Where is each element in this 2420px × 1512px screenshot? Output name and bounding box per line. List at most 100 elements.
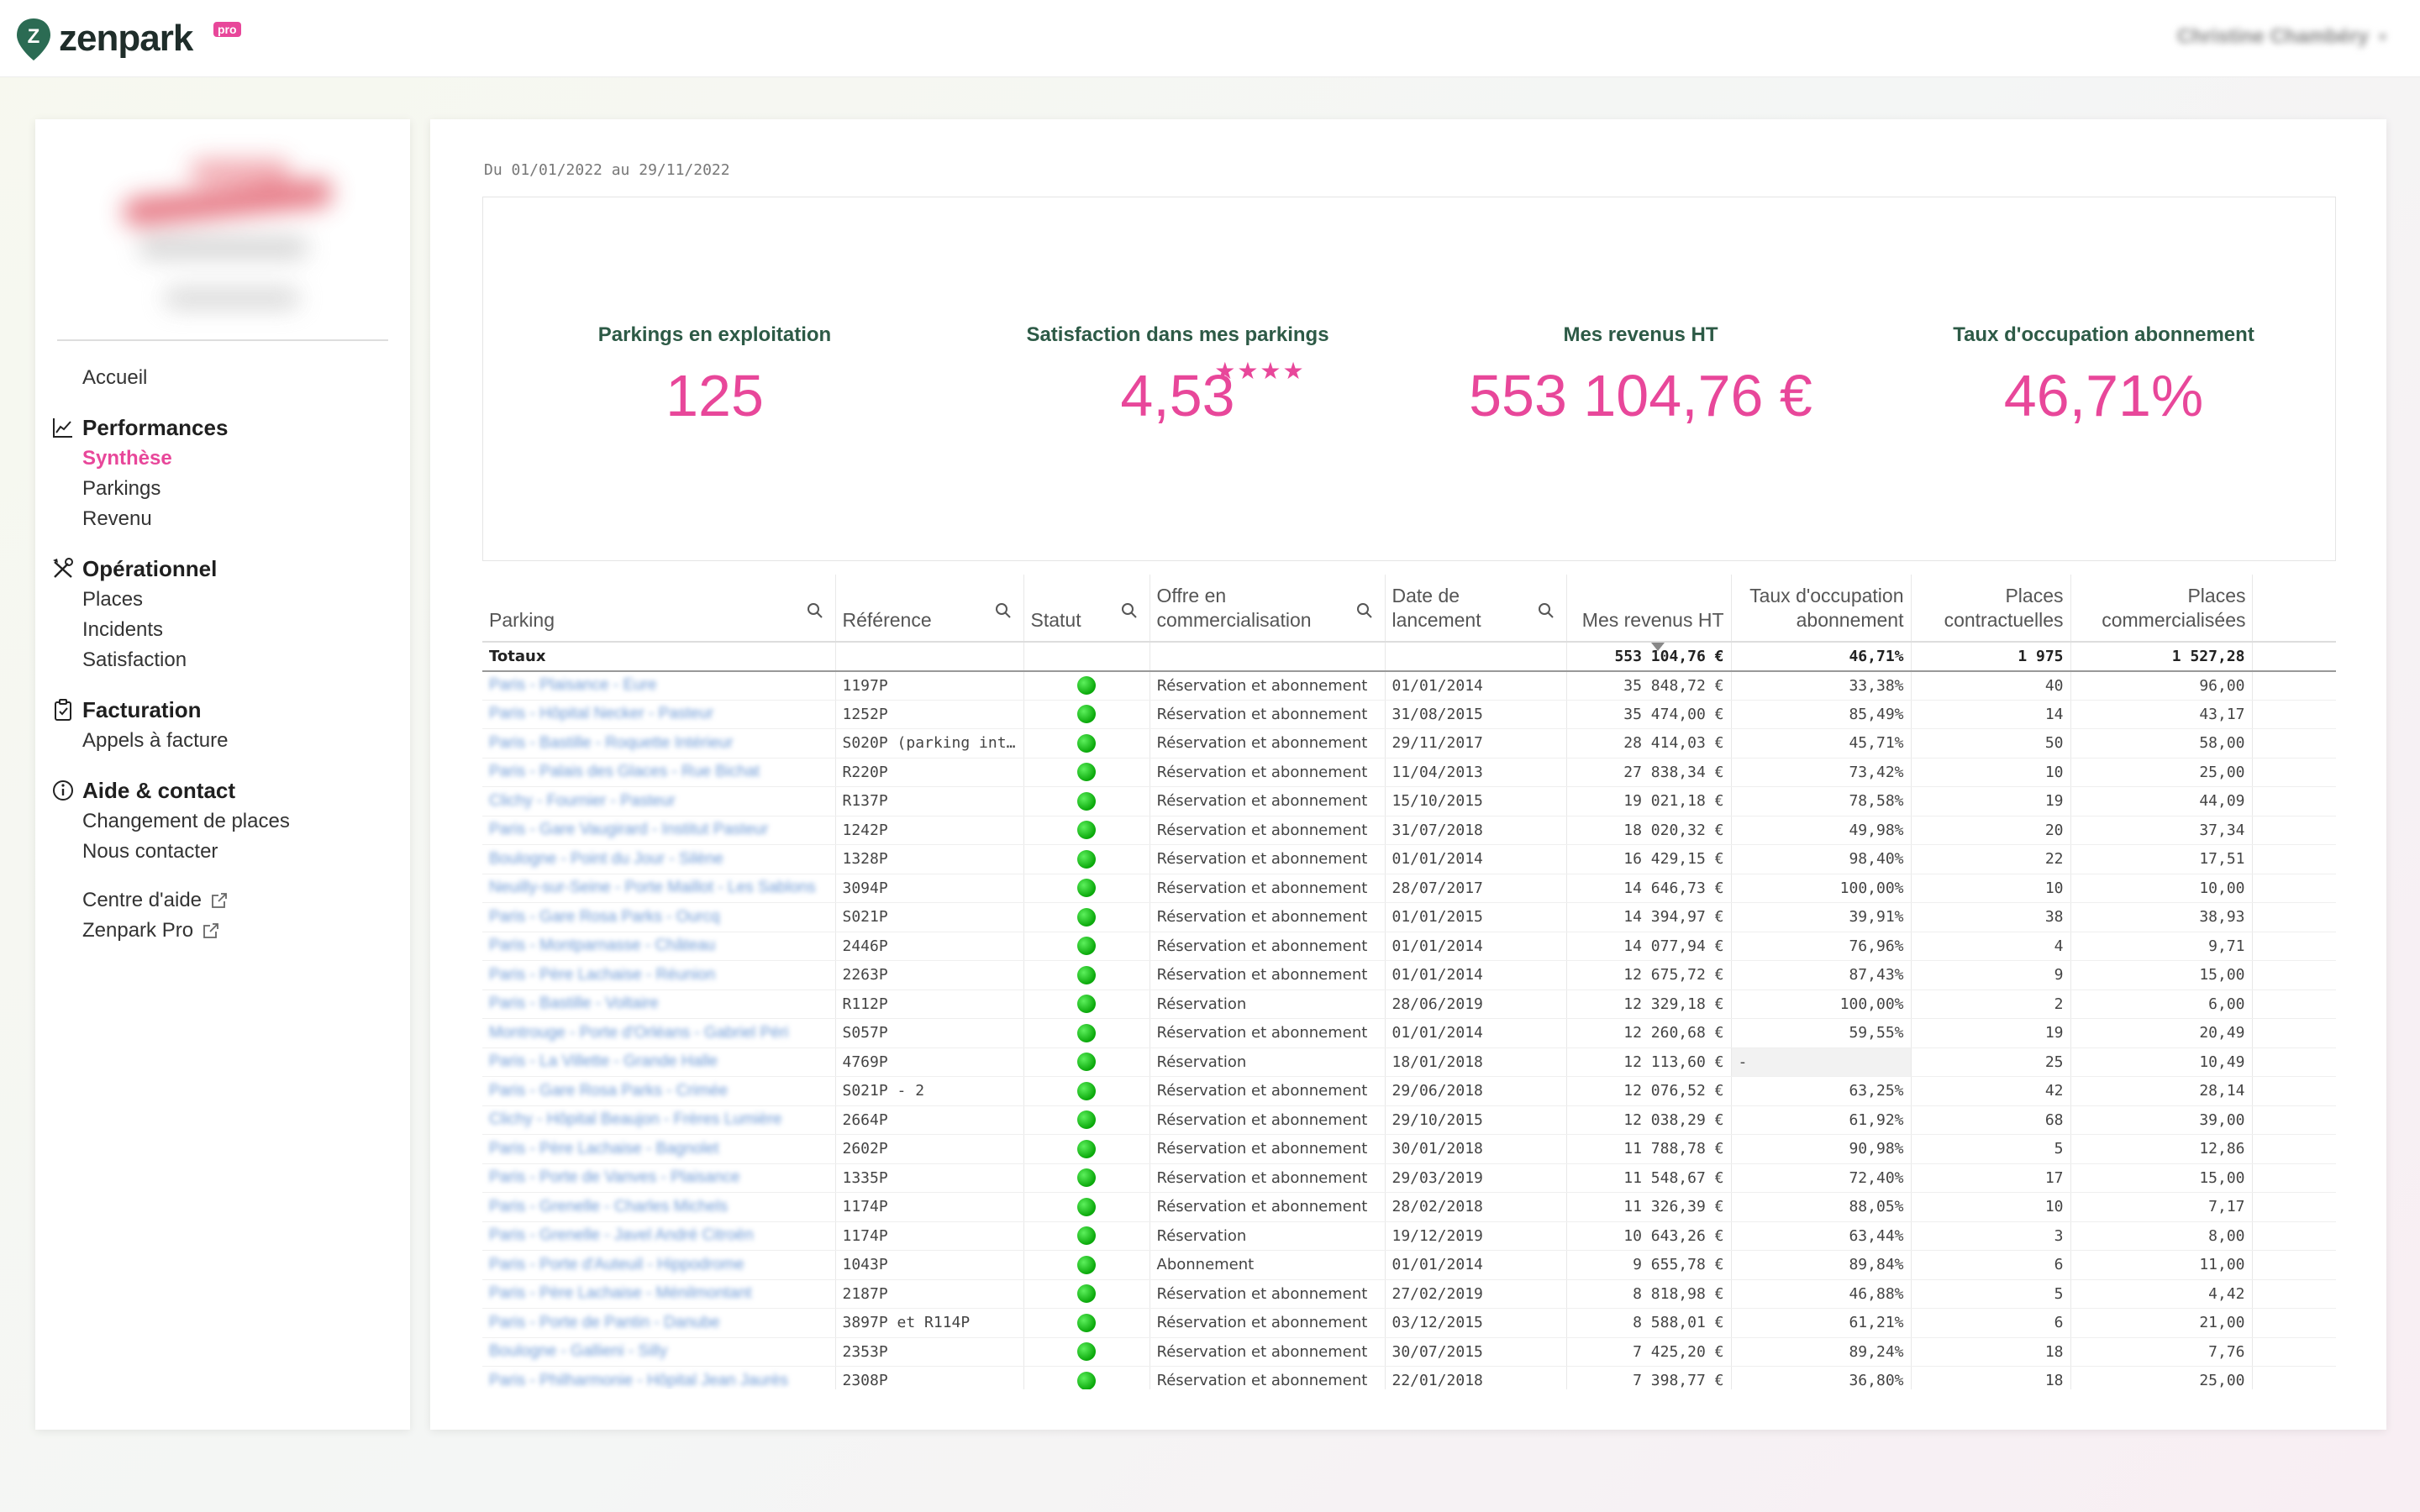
table-row[interactable]: Paris - La Villette - Grande Halle 4769P R… (482, 1047, 2336, 1077)
status-active-icon (1077, 965, 1096, 984)
table-row[interactable]: Paris - Porte de Pantin - Danube 3897P et… (482, 1308, 2336, 1338)
cell-offer: Réservation et abonnement (1150, 874, 1386, 903)
sidebar-item-synthese[interactable]: Synthèse (35, 444, 410, 474)
table-row[interactable]: Paris - Gare Rosa Parks - Crimée S021P - … (482, 1076, 2336, 1106)
cell-reference: 3897P et R114P (835, 1308, 1024, 1338)
table-row[interactable]: Paris - Gare Rosa Parks - Ourcq S021P Rése… (482, 902, 2336, 932)
cell-occupancy: 63,44% (1731, 1221, 1912, 1251)
cell-parking[interactable]: Paris - Grenelle - Charles Michels (482, 1192, 836, 1222)
cell-status (1023, 1018, 1150, 1048)
cell-date: 01/01/2015 (1385, 902, 1567, 932)
cell-parking[interactable]: Montrouge - Porte d'Orléans - Gabriel Pé… (482, 1018, 836, 1048)
cell-status (1023, 728, 1150, 759)
sidebar-link-zenpark-pro[interactable]: Zenpark Pro (35, 916, 410, 946)
table-row[interactable]: Montrouge - Porte d'Orléans - Gabriel Pé… (482, 1018, 2336, 1048)
column-header-revenus[interactable]: Mes revenus HT (1566, 575, 1732, 651)
user-menu[interactable]: Christine Chambéry ▾ (2177, 25, 2386, 49)
search-icon[interactable] (1538, 602, 1555, 619)
kpi-value: 125 (666, 363, 764, 428)
cell-parking[interactable]: Paris - Porte d'Auteuil - Hippodrome (482, 1250, 836, 1280)
parkings-table[interactable]: Parking Référence Statut Offre en commer… (482, 575, 2336, 1389)
cell-parking[interactable]: Paris - Père Lachaise - Bagnolet (482, 1134, 836, 1164)
cell-parking[interactable]: Boulogne - Gallieni - Silly (482, 1337, 836, 1367)
sidebar-item-parkings[interactable]: Parkings (35, 474, 410, 504)
column-header-places-contractuelles[interactable]: Places contractuelles (1911, 575, 2071, 643)
column-header-statut[interactable]: Statut (1023, 575, 1150, 643)
sidebar-link-centre-aide[interactable]: Centre d'aide (35, 885, 410, 916)
cell-spacer (2252, 1163, 2336, 1193)
cell-parking[interactable]: Paris - Montparnasse - Château (482, 932, 836, 961)
zenpark-logo[interactable]: Z zenpark pro (15, 17, 241, 60)
cell-parking[interactable]: Paris - Plaisance - Eure (482, 670, 836, 701)
sidebar-item-incidents[interactable]: Incidents (35, 615, 410, 645)
table-row[interactable]: Paris - Porte de Vanves - Plaisance 1335P… (482, 1163, 2336, 1193)
table-row[interactable]: Neuilly-sur-Seine - Porte Maillot - Les … (482, 874, 2336, 903)
cell-parking[interactable]: Paris - Gare Rosa Parks - Ourcq (482, 902, 836, 932)
table-row[interactable]: Paris - Philharmonie - Hôpital Jean Jaur… (482, 1366, 2336, 1389)
search-icon[interactable] (1356, 602, 1373, 619)
cell-offer: Réservation et abonnement (1150, 844, 1386, 874)
table-row[interactable]: Paris - Porte d'Auteuil - Hippodrome 1043… (482, 1250, 2336, 1280)
table-row[interactable]: Clichy - Hôpital Beaujon - Frères Lumièr… (482, 1105, 2336, 1135)
cell-revenue: 14 646,73 € (1566, 874, 1732, 903)
cell-parking[interactable]: Paris - Bastille - Roquette Intérieur (482, 728, 836, 759)
sidebar-item-places[interactable]: Places (35, 585, 410, 615)
cell-status (1023, 932, 1150, 961)
table-row[interactable]: Boulogne - Point du Jour - Silène 1328P Ré… (482, 844, 2336, 874)
cell-status (1023, 1308, 1150, 1338)
table-row[interactable]: Paris - Grenelle - Javel André Citroën 11… (482, 1221, 2336, 1251)
table-row[interactable]: Paris - Bastille - Roquette Intérieur S02… (482, 728, 2336, 759)
table-row[interactable]: Clichy - Fournier - Pasteur R137P Réservat… (482, 786, 2336, 816)
column-header-places-commercialisees[interactable]: Places commercialisées (2070, 575, 2253, 643)
cell-parking[interactable]: Paris - Bastille - Voltaire (482, 990, 836, 1019)
table-row[interactable]: Paris - Plaisance - Eure 1197P Réservation… (482, 670, 2336, 701)
cell-parking[interactable]: Paris - La Villette - Grande Halle (482, 1047, 836, 1077)
search-icon[interactable] (807, 602, 823, 619)
cell-parking[interactable]: Paris - Père Lachaise - Réunion (482, 960, 836, 990)
column-header-parking[interactable]: Parking (482, 575, 836, 643)
status-active-icon (1077, 705, 1096, 724)
sidebar-item-revenu[interactable]: Revenu (35, 504, 410, 534)
cell-date: 28/02/2018 (1385, 1192, 1567, 1222)
search-icon[interactable] (995, 602, 1012, 619)
cell-parking[interactable]: Paris - Gare Rosa Parks - Crimée (482, 1076, 836, 1106)
cell-parking[interactable]: Paris - Grenelle - Javel André Citroën (482, 1221, 836, 1251)
column-header-date-lancement[interactable]: Date de lancement (1385, 575, 1567, 643)
cell-parking[interactable]: Paris - Philharmonie - Hôpital Jean Jaur… (482, 1366, 836, 1389)
cell-contract: 3 (1911, 1221, 2071, 1251)
search-icon[interactable] (1121, 602, 1138, 619)
cell-parking[interactable]: Neuilly-sur-Seine - Porte Maillot - Les … (482, 874, 836, 903)
table-row[interactable]: Paris - Père Lachaise - Ménilmontant 2187… (482, 1279, 2336, 1309)
sidebar-item-changement-de-places[interactable]: Changement de places (35, 806, 410, 837)
table-row[interactable]: Paris - Palais des Glaces - Rue Bichat R2… (482, 758, 2336, 787)
cell-parking[interactable]: Clichy - Hôpital Beaujon - Frères Lumièr… (482, 1105, 836, 1135)
cell-parking[interactable]: Paris - Gare Vaugirard - Institut Pasteu… (482, 816, 836, 845)
sidebar-item-appels-a-facture[interactable]: Appels à facture (35, 726, 410, 756)
sidebar-item-nous-contacter[interactable]: Nous contacter (35, 837, 410, 867)
table-row[interactable]: Paris - Hôpital Necker - Pasteur 1252P Rés… (482, 700, 2336, 729)
cell-parking[interactable]: Boulogne - Point du Jour - Silène (482, 844, 836, 874)
table-row[interactable]: Boulogne - Gallieni - Silly 2353P Réservat… (482, 1337, 2336, 1367)
cell-parking[interactable]: Paris - Hôpital Necker - Pasteur (482, 700, 836, 729)
cell-parking[interactable]: Clichy - Fournier - Pasteur (482, 786, 836, 816)
sidebar-item-accueil[interactable]: Accueil (35, 363, 410, 393)
table-row[interactable]: Paris - Gare Vaugirard - Institut Pasteu… (482, 816, 2336, 845)
column-header-taux-occupation[interactable]: Taux d'occupation abonnement (1731, 575, 1912, 643)
cell-parking[interactable]: Paris - Palais des Glaces - Rue Bichat (482, 758, 836, 787)
cell-spacer (2252, 1047, 2336, 1077)
column-header-offre[interactable]: Offre en commercialisation (1150, 575, 1386, 643)
cell-revenue: 8 588,01 € (1566, 1308, 1732, 1338)
table-row[interactable]: Paris - Père Lachaise - Bagnolet 2602P Rés… (482, 1134, 2336, 1164)
table-row[interactable]: Paris - Montparnasse - Château 2446P Réser… (482, 932, 2336, 961)
cell-parking[interactable]: Paris - Père Lachaise - Ménilmontant (482, 1279, 836, 1309)
user-name: Christine Chambéry (2176, 25, 2369, 48)
sidebar-item-satisfaction[interactable]: Satisfaction (35, 645, 410, 675)
kpi-parkings: Parkings en exploitation 125 (483, 323, 946, 429)
table-row[interactable]: Paris - Père Lachaise - Réunion 2263P Rése… (482, 960, 2336, 990)
table-row[interactable]: Paris - Bastille - Voltaire R112P Réservat… (482, 990, 2336, 1019)
cell-spacer (2252, 1308, 2336, 1338)
table-row[interactable]: Paris - Grenelle - Charles Michels 1174P R… (482, 1192, 2336, 1222)
column-header-reference[interactable]: Référence (835, 575, 1024, 643)
cell-parking[interactable]: Paris - Porte de Vanves - Plaisance (482, 1163, 836, 1193)
cell-parking[interactable]: Paris - Porte de Pantin - Danube (482, 1308, 836, 1338)
